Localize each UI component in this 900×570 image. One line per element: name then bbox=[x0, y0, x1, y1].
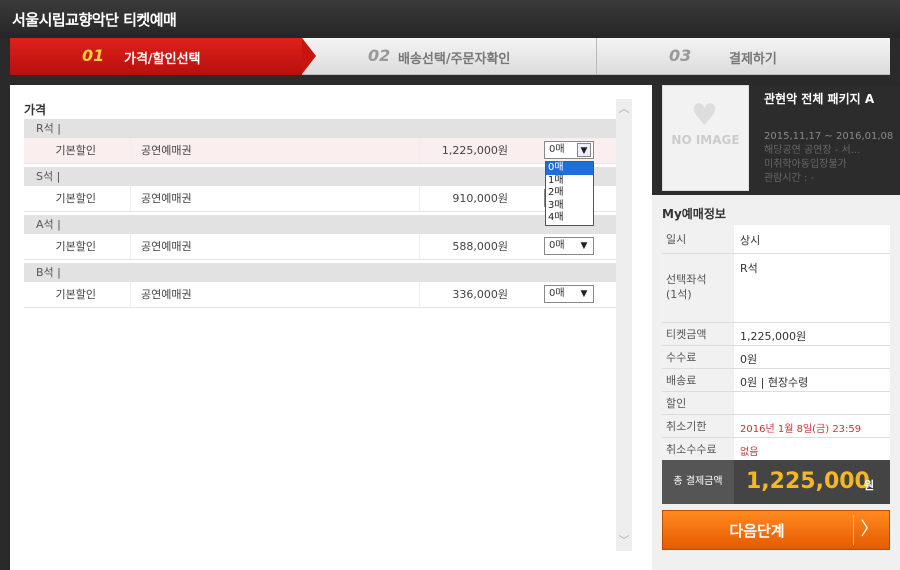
step-3-number: 03 bbox=[669, 46, 692, 65]
next-step-button[interactable]: 다음단계 〉 bbox=[662, 510, 890, 550]
info-row-cancel-fee: 취소수수료 없음 bbox=[662, 438, 890, 461]
ticket-type: 공연예매권 bbox=[130, 138, 420, 163]
info-value: 없음 bbox=[740, 447, 759, 458]
discount-type: 기본할인 bbox=[55, 240, 96, 253]
info-row-seat: 선택좌석 (1석) R석 bbox=[662, 254, 890, 323]
discount-type: 기본할인 bbox=[55, 288, 96, 301]
price-section-title: 가격 bbox=[24, 103, 47, 117]
ticket-type: 공연예매권 bbox=[130, 282, 420, 307]
grade-a: A석 | 기본할인 공연예매권 588,000원 0매 ▼ bbox=[24, 215, 616, 260]
quantity-value: 0매 bbox=[549, 288, 565, 299]
app-title: 서울시립교향악단 티켓예매 bbox=[12, 11, 177, 29]
quantity-value: 0매 bbox=[549, 240, 565, 251]
chevron-down-icon[interactable]: ▼ bbox=[577, 287, 591, 301]
step-1-number: 01 bbox=[82, 46, 105, 65]
info-value: 0원 bbox=[740, 353, 758, 366]
table-row: 기본할인 공연예매권 336,000원 0매 ▼ bbox=[24, 282, 616, 308]
info-key: 취소수수료 bbox=[662, 438, 734, 460]
dropdown-option[interactable]: 2매 bbox=[546, 187, 593, 200]
grade-s: S석 | 기본할인 공연예매권 910,000원 0매 ▼ bbox=[24, 167, 616, 212]
step-navigation: 01 가격/할인선택 02 배송선택/주문자확인 03 결제하기 bbox=[10, 38, 890, 75]
discount-type: 기본할인 bbox=[55, 192, 96, 205]
my-booking-title: My예매정보 bbox=[662, 207, 726, 221]
quantity-select-b[interactable]: 0매 ▼ bbox=[544, 285, 594, 303]
scrollbar[interactable]: ︿ ﹀ bbox=[616, 99, 632, 551]
info-key: 티켓금액 bbox=[662, 323, 734, 345]
total-payment: 총 결제금액 1,225,000 원 bbox=[662, 460, 890, 504]
total-label: 총 결제금액 bbox=[662, 460, 734, 504]
info-row-cancel-deadline: 취소기한 2016년 1월 8일(금) 23:59 bbox=[662, 415, 890, 438]
booking-summary-panel: ♥ NO IMAGE 관현악 전체 패키지 A 2015,11,17 ~ 201… bbox=[652, 85, 900, 570]
grade-name: R석 | bbox=[24, 119, 616, 138]
ticket-price: 910,000원 bbox=[452, 192, 508, 205]
step-2-label: 배송선택/주문자확인 bbox=[398, 52, 511, 67]
dropdown-option[interactable]: 3매 bbox=[546, 200, 593, 213]
table-row: 기본할인 공연예매권 588,000원 0매 ▼ bbox=[24, 234, 616, 260]
info-row-ticket-amount: 티켓금액 1,225,000원 bbox=[662, 323, 890, 346]
step-2-number: 02 bbox=[368, 46, 391, 65]
total-unit: 원 bbox=[864, 479, 875, 492]
step-1-label: 가격/할인선택 bbox=[124, 52, 201, 67]
title-bar: 서울시립교향악단 티켓예매 bbox=[0, 0, 900, 38]
grade-b: B석 | 기본할인 공연예매권 336,000원 0매 ▼ bbox=[24, 263, 616, 308]
ticket-price: 1,225,000원 bbox=[441, 144, 508, 157]
no-image-label: NO IMAGE bbox=[671, 133, 740, 147]
show-duration: 관람시간 : - bbox=[764, 173, 815, 184]
next-step-label: 다음단계 bbox=[729, 522, 785, 540]
show-venue: 해당공연 공연장 - 서... bbox=[764, 145, 861, 156]
total-amount: 1,225,000 bbox=[746, 469, 870, 494]
discount-type: 기본할인 bbox=[55, 144, 96, 157]
info-key: 할인 bbox=[662, 392, 734, 414]
info-row-discount: 할인 bbox=[662, 392, 890, 415]
chevron-down-icon[interactable]: ▼ bbox=[577, 143, 591, 157]
info-key: 배송료 bbox=[662, 369, 734, 391]
quantity-select-r[interactable]: 0매 ▼ bbox=[544, 141, 594, 159]
ticket-price: 336,000원 bbox=[452, 288, 508, 301]
table-row: 기본할인 공연예매권 910,000원 0매 ▼ bbox=[24, 186, 616, 212]
info-value: 0원 | 현장수령 bbox=[740, 376, 809, 389]
info-value: 2016년 1월 8일(금) 23:59 bbox=[740, 424, 862, 435]
show-dates: 2015,11,17 ~ 2016,01,08 bbox=[764, 131, 894, 142]
step-3-payment[interactable]: 03 결제하기 bbox=[596, 38, 890, 75]
step-3-label: 결제하기 bbox=[729, 52, 777, 67]
grade-name: A석 | bbox=[24, 215, 616, 234]
table-row: 기본할인 공연예매권 1,225,000원 0매 ▼ bbox=[24, 138, 616, 164]
step-2-delivery[interactable]: 02 배송선택/주문자확인 bbox=[316, 38, 596, 75]
info-row-shipping: 배송료 0원 | 현장수령 bbox=[662, 369, 890, 392]
chevron-down-icon[interactable]: ▼ bbox=[577, 239, 591, 253]
info-value: R석 bbox=[740, 262, 758, 275]
info-key: 선택좌석 (1석) bbox=[662, 254, 734, 322]
chevron-down-icon[interactable]: ﹀ bbox=[616, 533, 632, 549]
grade-name: B석 | bbox=[24, 263, 616, 282]
info-key: 일시 bbox=[662, 225, 734, 253]
info-key: 수수료 bbox=[662, 346, 734, 368]
show-info: 2015,11,17 ~ 2016,01,08 해당공연 공연장 - 서... … bbox=[764, 130, 893, 186]
info-value: 1,225,000원 bbox=[740, 330, 807, 343]
dropdown-option[interactable]: 0매 bbox=[546, 162, 593, 175]
info-value: 상시 bbox=[740, 234, 761, 247]
heart-icon: ♥ bbox=[691, 98, 718, 133]
quantity-select-a[interactable]: 0매 ▼ bbox=[544, 237, 594, 255]
show-title: 관현악 전체 패키지 A bbox=[764, 92, 875, 106]
ticket-type: 공연예매권 bbox=[130, 234, 420, 259]
chevron-right-icon: 〉 bbox=[853, 515, 885, 545]
info-row-fee: 수수료 0원 bbox=[662, 346, 890, 369]
ticket-price: 588,000원 bbox=[452, 240, 508, 253]
ticket-type: 공연예매권 bbox=[130, 186, 420, 211]
info-key: 취소기한 bbox=[662, 415, 734, 437]
chevron-up-icon[interactable]: ︿ bbox=[616, 101, 632, 117]
grade-r: R석 | 기본할인 공연예매권 1,225,000원 0매 ▼ bbox=[24, 119, 616, 164]
poster-image: ♥ NO IMAGE bbox=[662, 85, 749, 191]
dropdown-option[interactable]: 4매 bbox=[546, 212, 593, 225]
quantity-dropdown-list[interactable]: 0매 1매 2매 3매 4매 bbox=[545, 161, 594, 226]
dropdown-option[interactable]: 1매 bbox=[546, 175, 593, 188]
info-row-datetime: 일시 상시 bbox=[662, 225, 890, 254]
grade-name: S석 | bbox=[24, 167, 616, 186]
my-booking-info: 일시 상시 선택좌석 (1석) R석 티켓금액 1,225,000원 수수료 0… bbox=[662, 225, 890, 461]
step-1-price-discount[interactable]: 01 가격/할인선택 bbox=[10, 38, 316, 75]
show-age-limit: 미취학아동입장불가 bbox=[764, 159, 847, 170]
quantity-value: 0매 bbox=[549, 144, 565, 155]
price-panel: 가격 R석 | 기본할인 공연예매권 1,225,000원 0매 ▼ S석 | … bbox=[10, 85, 652, 570]
